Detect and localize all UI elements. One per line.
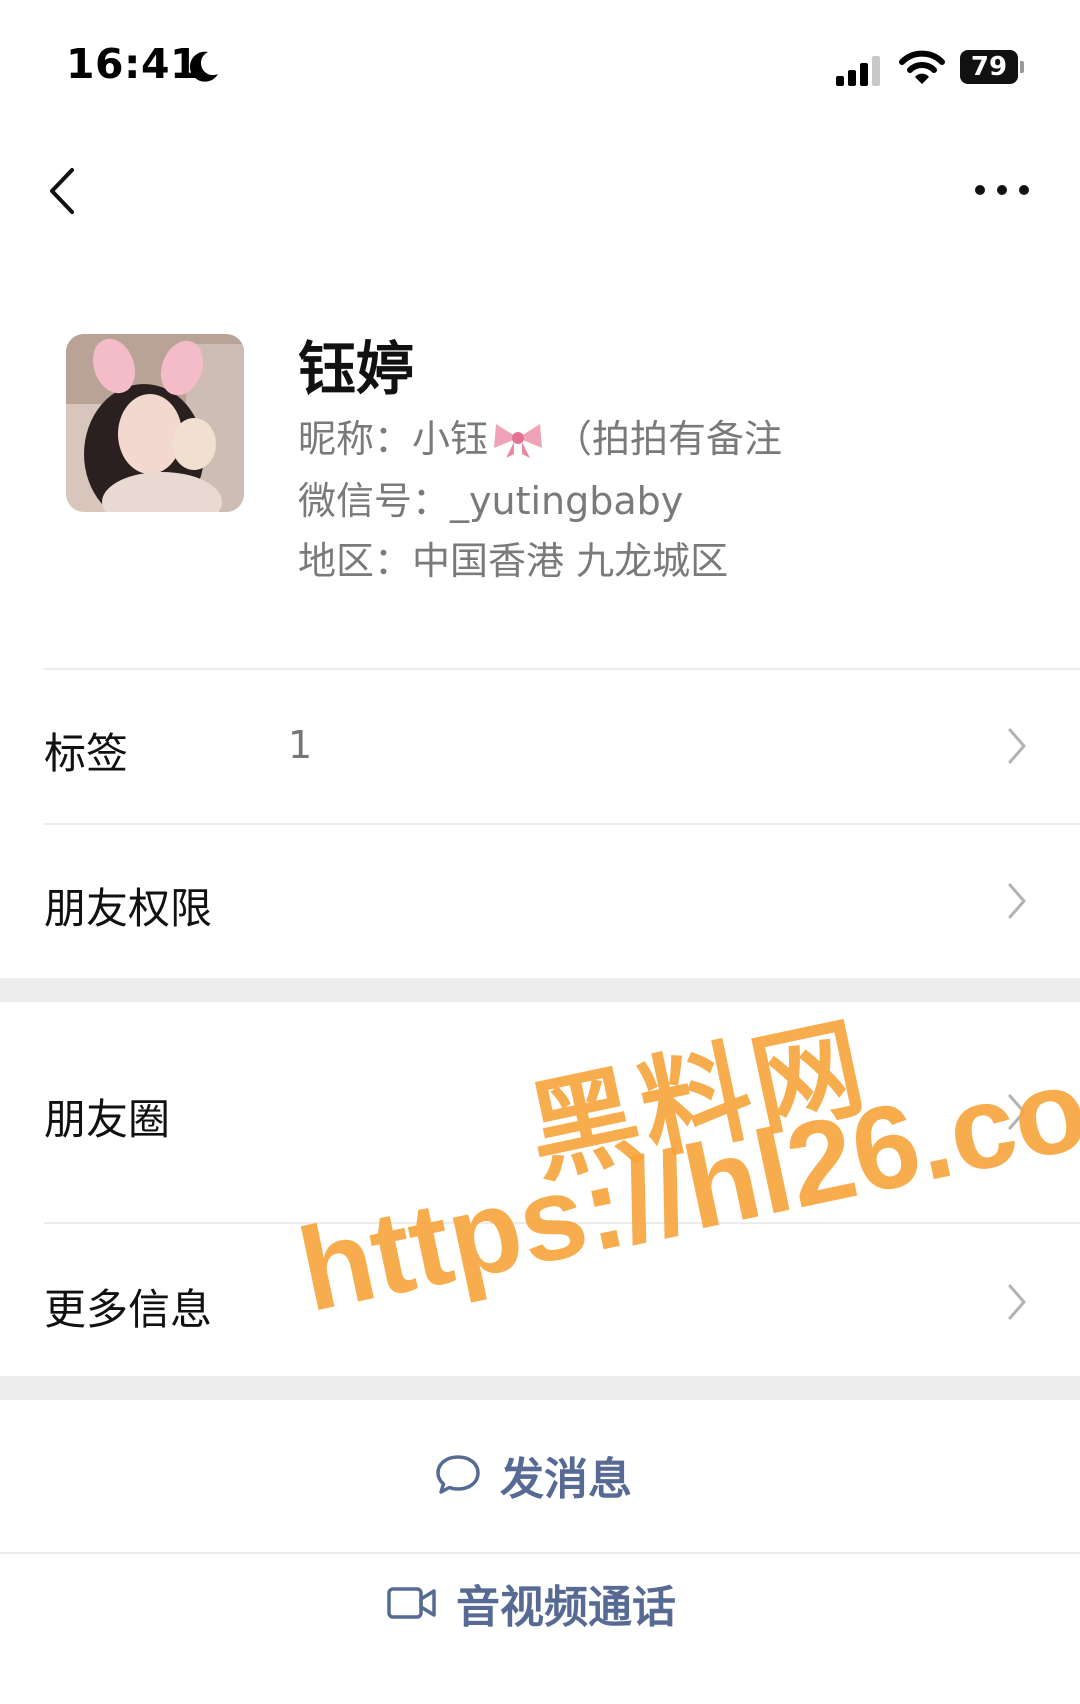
send-message-label: 发消息	[500, 1454, 632, 1505]
row-tags-value: 1	[288, 723, 313, 767]
region-line: 地区：中国香港 九龙城区	[298, 530, 728, 585]
video-camera-icon	[387, 1587, 436, 1619]
avatar[interactable]	[66, 334, 244, 512]
row-tags-label: 标签	[44, 729, 129, 778]
row-friend-permissions-label: 朋友权限	[44, 884, 213, 933]
battery-cap	[1020, 61, 1024, 73]
nickname-suffix: （拍拍有备注	[554, 417, 783, 461]
voice-video-call-button[interactable]: 音视频通话	[0, 1554, 1080, 1704]
row-more-info[interactable]: 更多信息	[0, 1224, 1080, 1376]
profile-name: 钰婷	[298, 335, 415, 403]
wechat-id-line: 微信号：_yutingbaby	[298, 470, 683, 525]
nav-bar	[0, 150, 1080, 230]
chevron-right-icon	[1008, 728, 1026, 764]
profile-header: 钰婷 昵称：小钰 （拍拍有备注 微信号：_yutingbaby 地区：中国香港 …	[0, 300, 1080, 620]
battery-icon: 79	[960, 50, 1024, 84]
voice-video-call-label: 音视频通话	[456, 1582, 676, 1633]
region-label: 地区：	[298, 539, 413, 583]
region-value: 中国香港 九龙城区	[412, 539, 729, 583]
nickname-prefix: 小钰	[412, 417, 489, 461]
row-friend-permissions[interactable]: 朋友权限	[0, 825, 1080, 975]
status-bar: 16:41 79	[0, 0, 1080, 130]
ribbon-bow-icon	[494, 424, 543, 458]
nickname-line: 昵称：小钰 （拍拍有备注	[298, 408, 782, 463]
section-gap	[0, 978, 1080, 1002]
more-dots-icon[interactable]	[972, 180, 1032, 200]
voice-video-call-content: 音视频通话	[386, 1528, 676, 1678]
battery-level: 79	[960, 50, 1018, 84]
chevron-left-icon[interactable]	[44, 164, 80, 218]
row-moments-label: 朋友圈	[44, 1095, 171, 1144]
wechat-id-value: _yutingbaby	[450, 479, 684, 523]
nickname-label: 昵称：	[298, 417, 413, 461]
chevron-right-icon	[1008, 1284, 1026, 1320]
wifi-icon	[899, 50, 945, 84]
status-time: 16:41	[66, 40, 200, 88]
row-tags[interactable]: 标签 1	[0, 670, 1080, 820]
row-moments[interactable]: 朋友圈	[0, 1002, 1080, 1222]
signal-icon	[836, 56, 880, 86]
chevron-right-icon	[1008, 883, 1026, 919]
chat-bubble-icon	[436, 1455, 480, 1494]
moon-icon	[189, 51, 218, 82]
row-more-info-label: 更多信息	[44, 1285, 213, 1334]
section-gap	[0, 1376, 1080, 1400]
chevron-right-icon	[1008, 1094, 1026, 1130]
wechat-id-label: 微信号：	[298, 479, 451, 523]
